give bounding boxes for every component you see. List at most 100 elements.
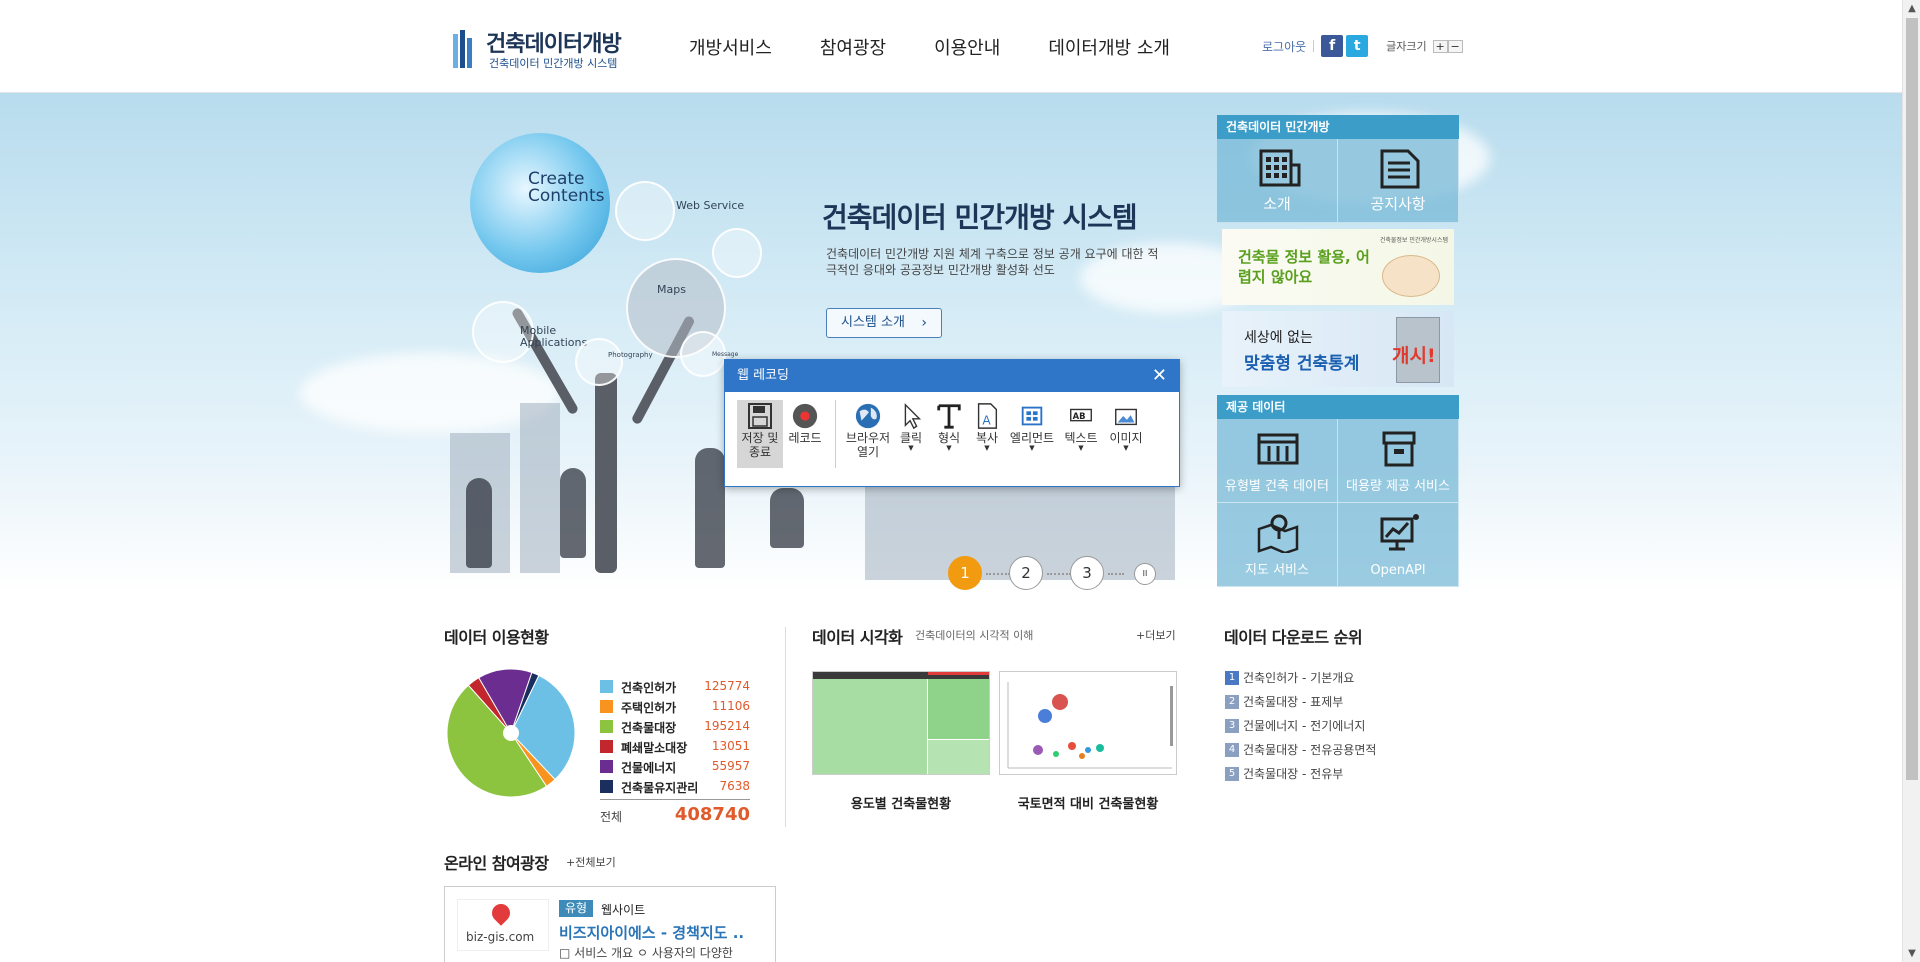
- element-button[interactable]: 엘리먼트 ▼: [1006, 400, 1058, 468]
- slide-pause-button[interactable]: II: [1134, 563, 1156, 585]
- rank-text: 건축인허가 - 기본개요: [1243, 671, 1355, 685]
- recorder-title: 웹 레코딩: [737, 368, 789, 383]
- nav-open-service[interactable]: 개방서비스: [689, 34, 772, 60]
- quick-map-service[interactable]: 지도 서비스: [1217, 503, 1338, 587]
- quick-openapi-label: OpenAPI: [1370, 563, 1426, 578]
- click-button[interactable]: 클릭 ▼: [892, 400, 930, 468]
- type-label: 형식: [937, 431, 961, 445]
- legend-label: 건축물유지관리: [621, 781, 699, 795]
- rank-text: 건물에너지 - 전기에너지: [1243, 719, 1366, 733]
- record-button[interactable]: 레코드: [783, 400, 827, 468]
- rank-text: 건축물대장 - 표제부: [1243, 695, 1344, 709]
- usage-legend: 건축인허가 125774 주택인허가 11106 건축물대장 195214 폐쇄말소대장 13…: [600, 678, 750, 825]
- logout-link[interactable]: 로그아웃: [1262, 38, 1306, 55]
- legend-label: 폐쇄말소대장: [621, 741, 688, 755]
- viz-title: 데이터 시각화: [812, 628, 903, 647]
- map-pin-icon: [1257, 514, 1299, 553]
- text-button[interactable]: AB 텍스트 ▼: [1058, 400, 1104, 468]
- twitter-icon[interactable]: t: [1346, 35, 1369, 57]
- system-intro-button[interactable]: 시스템 소개: [826, 308, 942, 338]
- pie-center-hole: [503, 725, 519, 741]
- visual-title: 건축데이터 민간개방 시스템: [822, 201, 1138, 234]
- quick-type-data[interactable]: 유형별 건축 데이터: [1217, 419, 1338, 503]
- viz-caption-land[interactable]: 국토면적 대비 건축물현황: [999, 793, 1177, 812]
- building: [520, 403, 560, 573]
- legend-label: 건축물대장: [621, 721, 677, 735]
- save-label-line2: 종료: [748, 445, 772, 459]
- viz-thumb-land[interactable]: [999, 671, 1177, 775]
- site-logo[interactable]: 건축데이터개방 건축데이터 민간개방 시스템: [453, 26, 633, 72]
- quick-bulk-service[interactable]: 대용량 제공 서비스: [1338, 419, 1459, 503]
- banner-custom-stats[interactable]: 세상에 없는 맞춤형 건축통계 개시!: [1222, 311, 1454, 387]
- nav-participation[interactable]: 참여광장: [820, 34, 886, 60]
- svg-text:A: A: [982, 413, 991, 427]
- slide-page-3[interactable]: 3: [1070, 556, 1104, 590]
- web-service-bubble: [615, 181, 675, 241]
- total-value: 408740: [674, 804, 750, 825]
- svg-text:AB: AB: [1073, 411, 1086, 421]
- image-icon: [1115, 408, 1137, 426]
- legend-value: 11106: [711, 699, 750, 713]
- viz-more-link[interactable]: +더보기: [1136, 627, 1176, 643]
- font-decrease-button[interactable]: −: [1447, 39, 1463, 53]
- legend-swatch: [600, 720, 613, 733]
- slide-page-2[interactable]: 2: [1009, 556, 1043, 590]
- person-silhouette: [466, 478, 492, 568]
- text-type-icon: [937, 404, 961, 429]
- quick-openapi[interactable]: OpenAPI: [1338, 503, 1459, 587]
- legend-swatch: [600, 700, 613, 713]
- copy-button[interactable]: A 복사 ▼: [968, 400, 1006, 468]
- nav-guide[interactable]: 이용안내: [934, 34, 1000, 60]
- page-scrollbar[interactable]: ▲ ▼: [1902, 0, 1920, 962]
- image-button[interactable]: 이미지 ▼: [1104, 400, 1148, 468]
- bubble-chart-thumbnail: [1007, 682, 1173, 769]
- quick-intro[interactable]: 소개: [1217, 139, 1338, 223]
- quick-panel: 건축데이터 민간개방 소개 공지사항 건축물정보 민간개방시스템 건축물 정보 …: [1217, 115, 1459, 590]
- divider: [1313, 40, 1315, 52]
- font-increase-button[interactable]: +: [1432, 39, 1448, 53]
- legend-label: 건물에너지: [621, 761, 677, 775]
- rank-number: 2: [1225, 695, 1239, 709]
- logo-text: biz-gis.com: [466, 930, 535, 944]
- legend-value: 125774: [704, 679, 750, 693]
- photography-label: Photography: [608, 351, 653, 359]
- online-item-card[interactable]: biz-gis.com 유형 웹사이트 비즈지아이에스 - 경책지도 .. □ …: [444, 886, 776, 962]
- mobile-label: Mobile Applications: [520, 324, 588, 349]
- facebook-icon[interactable]: f: [1321, 35, 1344, 57]
- main-nav: 개방서비스 참여광장 이용안내 데이터개방 소개: [689, 34, 1218, 60]
- copy-label: 복사: [975, 431, 999, 445]
- close-icon[interactable]: ✕: [1152, 360, 1167, 392]
- visual-description: 건축데이터 민간개방 지원 체계 구축으로 정보 공개 요구에 대한 적극적인 …: [826, 247, 1159, 277]
- legend-label: 주택인허가: [621, 701, 677, 715]
- scroll-up-icon[interactable]: ▲: [1903, 0, 1920, 17]
- legend-value: 195214: [704, 719, 750, 733]
- online-more-link[interactable]: +전체보기: [566, 854, 616, 870]
- quick-notice-label: 공지사항: [1370, 195, 1426, 213]
- online-item-title[interactable]: 비즈지아이에스 - 경책지도 ..: [559, 922, 744, 943]
- rank-number: 1: [1225, 671, 1239, 685]
- banner-building-info[interactable]: 건축물정보 민간개방시스템 건축물 정보 활용, 어렵지 않아요: [1222, 229, 1454, 305]
- slide-page-1[interactable]: 1: [948, 556, 982, 590]
- type-value: 웹사이트: [601, 903, 646, 917]
- viz-caption-usage[interactable]: 용도별 건축물현황: [812, 793, 990, 812]
- click-label: 클릭: [899, 431, 923, 445]
- viz-thumb-usage[interactable]: [812, 671, 990, 775]
- banner2-line1: 세상에 없는: [1244, 330, 1313, 346]
- recorder-titlebar: 웹 레코딩 ✕: [725, 360, 1179, 392]
- quick-notice[interactable]: 공지사항: [1338, 139, 1459, 223]
- rank-number: 5: [1225, 767, 1239, 781]
- quick-bulk-service-label: 대용량 제공 서비스: [1346, 479, 1450, 494]
- copy-document-icon: A: [977, 403, 998, 429]
- open-browser-button[interactable]: 브라우저 열기: [844, 400, 892, 468]
- quick-head-provided: 제공 데이터: [1217, 395, 1459, 419]
- type-button[interactable]: 형식 ▼: [930, 400, 968, 468]
- banner-text: 건축물 정보 활용, 어렵지 않아요: [1238, 248, 1370, 286]
- nav-about[interactable]: 데이터개방 소개: [1048, 34, 1170, 60]
- maps-label: Maps: [657, 283, 686, 296]
- chevron-down-icon: ▼: [1029, 444, 1035, 452]
- save-and-exit-button[interactable]: 저장 및 종료: [737, 400, 783, 468]
- record-label: 레코드: [788, 431, 822, 445]
- scroll-down-icon[interactable]: ▼: [1903, 945, 1920, 962]
- site-logo-thumbnail: biz-gis.com: [457, 899, 549, 951]
- scrollbar-thumb[interactable]: [1906, 18, 1918, 780]
